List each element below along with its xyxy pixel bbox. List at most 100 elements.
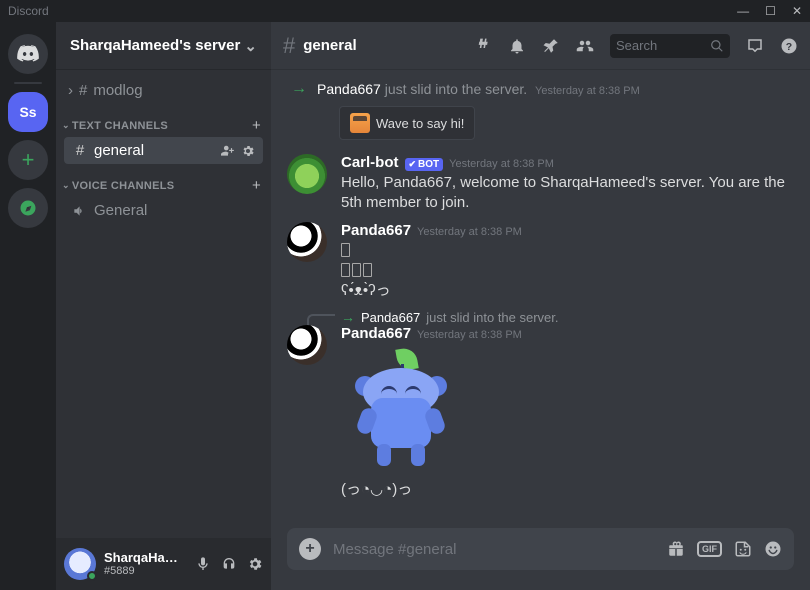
channel-label: general	[94, 142, 144, 159]
svg-text:?: ?	[786, 40, 792, 52]
message-content: ʕ•́ᴥ•̀ʔっ	[341, 239, 794, 302]
help-icon[interactable]: ?	[780, 37, 798, 55]
reply-user: Panda667	[361, 310, 420, 325]
channel-title: general	[303, 37, 356, 54]
message-author[interactable]: Panda667	[341, 325, 411, 342]
avatar[interactable]	[287, 222, 327, 262]
guild-list: Ss +	[0, 22, 56, 590]
reply-spine-icon	[307, 314, 335, 326]
hash-icon: #	[72, 142, 88, 159]
discord-logo-icon	[17, 42, 39, 67]
chat-header: # general Search	[271, 22, 810, 70]
invite-icon[interactable]	[221, 144, 235, 158]
reply-text: just slid into the server.	[426, 310, 558, 325]
avatar[interactable]	[287, 325, 327, 365]
gear-icon[interactable]	[241, 144, 255, 158]
pinned-icon[interactable]	[542, 37, 560, 55]
wave-label: Wave to say hi!	[376, 116, 464, 131]
message-timestamp: Yesterday at 8:38 PM	[449, 158, 554, 170]
message-panda-1: Panda667 Yesterday at 8:38 PM ʕ•́ᴥ•̀ʔっ	[271, 216, 794, 304]
compose-box: + GIF	[287, 528, 794, 570]
channel-sidebar: SharqaHameed's server ⌄ › # modlog ⌄ TEX…	[56, 22, 271, 590]
channel-general-voice[interactable]: General	[64, 197, 263, 224]
join-arrow-icon: →	[341, 309, 355, 325]
bot-badge: ✔BOT	[405, 158, 444, 171]
chevron-down-icon: ⌄	[62, 120, 70, 131]
join-arrow-icon: →	[291, 80, 307, 98]
channel-label: General	[94, 202, 147, 219]
window-controls: — ☐ ✕	[737, 4, 802, 18]
user-info[interactable]: SharqaHam... #5889	[104, 551, 184, 577]
channel-label: modlog	[93, 82, 142, 99]
user-tag: #5889	[104, 565, 184, 577]
search-input[interactable]: Search	[610, 34, 730, 58]
composer: + GIF	[271, 528, 810, 590]
home-button[interactable]	[8, 34, 48, 74]
attach-button[interactable]: +	[299, 538, 321, 560]
user-panel: SharqaHam... #5889	[56, 538, 271, 590]
username: SharqaHam...	[104, 551, 184, 565]
channel-general-text[interactable]: # general	[64, 137, 263, 164]
maximize-button[interactable]: ☐	[765, 4, 776, 18]
gift-icon[interactable]	[667, 540, 685, 558]
members-icon[interactable]	[576, 37, 594, 55]
message-list: → Panda667 just slid into the server. Ye…	[271, 70, 810, 528]
avatar[interactable]	[287, 154, 327, 194]
deafen-icon[interactable]	[221, 556, 237, 572]
message-input[interactable]	[333, 541, 655, 558]
chevron-down-icon: ⌄	[244, 37, 257, 55]
reply-reference[interactable]: → Panda667 just slid into the server.	[271, 303, 794, 325]
inbox-icon[interactable]	[746, 37, 764, 55]
chevron-right-icon: ›	[68, 82, 73, 99]
sticker-icon[interactable]	[734, 540, 752, 558]
notifications-icon[interactable]	[508, 37, 526, 55]
guild-separator	[14, 82, 42, 84]
add-channel-button[interactable]: +	[252, 177, 261, 194]
speaker-icon	[72, 204, 88, 218]
server-name: SharqaHameed's server	[70, 37, 240, 54]
system-join-message: → Panda667 just slid into the server. Ye…	[271, 74, 794, 100]
chat-area: # general Search	[271, 22, 810, 590]
emoji-icon[interactable]	[764, 540, 782, 558]
status-online-icon	[87, 571, 97, 581]
server-header[interactable]: SharqaHameed's server ⌄	[56, 22, 271, 70]
guild-initials: Ss	[19, 104, 36, 120]
channel-modlog[interactable]: › # modlog	[60, 76, 267, 105]
message-panda-2: Panda667 Yesterday at 8:38 PM	[271, 325, 794, 502]
message-content: (っ◔◡◔)っ	[341, 342, 794, 500]
hash-icon: #	[283, 33, 295, 59]
minimize-button[interactable]: —	[737, 4, 749, 18]
settings-icon[interactable]	[247, 556, 263, 572]
explore-button[interactable]	[8, 188, 48, 228]
titlebar: Discord — ☐ ✕	[0, 0, 810, 22]
wave-emoji-icon	[350, 113, 370, 133]
message-content: Hello, Panda667, welcome to SharqaHameed…	[341, 171, 794, 214]
message-author[interactable]: Carl-bot	[341, 154, 399, 171]
category-voice-channels[interactable]: ⌄ VOICE CHANNELS +	[60, 165, 267, 196]
gif-icon[interactable]: GIF	[697, 541, 722, 557]
guild-selected[interactable]: Ss	[8, 92, 48, 132]
app-title: Discord	[8, 4, 49, 18]
hash-icon: #	[79, 82, 87, 99]
system-user[interactable]: Panda667	[317, 81, 381, 97]
avatar[interactable]	[64, 548, 96, 580]
search-placeholder: Search	[616, 38, 657, 53]
sticker-wumpus[interactable]	[341, 350, 461, 480]
wave-button[interactable]: Wave to say hi!	[339, 106, 475, 140]
channel-scroll: › # modlog ⌄ TEXT CHANNELS + # general	[56, 70, 271, 538]
add-channel-button[interactable]: +	[252, 117, 261, 134]
chevron-down-icon: ⌄	[62, 180, 70, 191]
close-button[interactable]: ✕	[792, 4, 802, 18]
category-label: VOICE CHANNELS	[72, 180, 175, 192]
message-timestamp: Yesterday at 8:38 PM	[417, 329, 522, 341]
search-icon	[710, 39, 724, 53]
category-text-channels[interactable]: ⌄ TEXT CHANNELS +	[60, 105, 267, 136]
add-server-button[interactable]: +	[8, 140, 48, 180]
message-timestamp: Yesterday at 8:38 PM	[417, 226, 522, 238]
message-author[interactable]: Panda667	[341, 222, 411, 239]
system-text: Panda667 just slid into the server. Yest…	[317, 81, 640, 97]
mute-icon[interactable]	[195, 556, 211, 572]
compass-icon	[19, 199, 37, 217]
category-label: TEXT CHANNELS	[72, 120, 168, 132]
threads-icon[interactable]	[474, 37, 492, 55]
